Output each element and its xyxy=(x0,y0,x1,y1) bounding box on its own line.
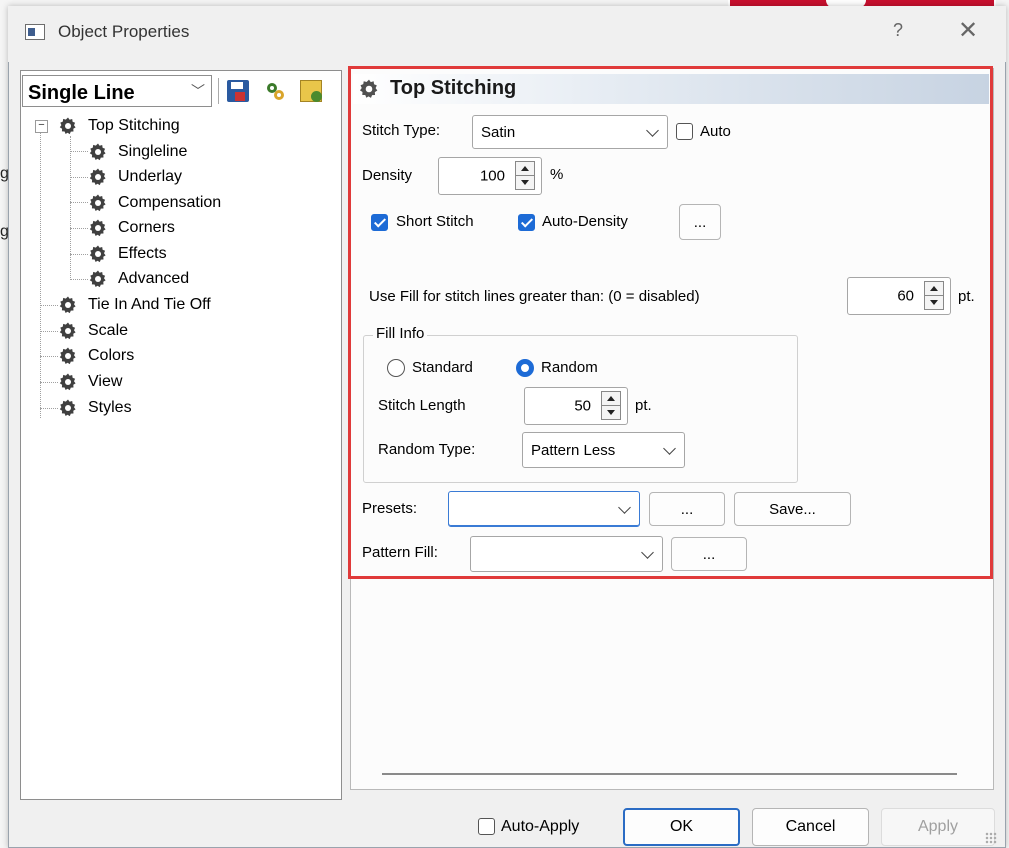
auto-apply-label: Auto-Apply xyxy=(501,818,580,835)
gear-icon xyxy=(88,142,108,162)
tree-item-label: View xyxy=(88,373,123,390)
ok-button[interactable]: OK xyxy=(623,808,740,846)
configure-icon[interactable] xyxy=(300,80,322,102)
gear-icon xyxy=(88,167,108,187)
tree-item-label: Compensation xyxy=(118,194,222,211)
tree-item-label: Corners xyxy=(118,219,175,236)
auto-apply-checkbox[interactable] xyxy=(478,818,495,835)
gear-icon xyxy=(88,269,108,289)
highlight-frame xyxy=(348,66,993,579)
gear-icon xyxy=(58,346,78,366)
horizontal-scrollbar[interactable] xyxy=(382,773,957,775)
tree-item-label: Colors xyxy=(88,347,135,364)
tree-item-label: Singleline xyxy=(118,143,188,160)
tree-item-tie-in-and-tie-off[interactable]: Tie In And Tie Off xyxy=(58,293,211,317)
tree-item-styles[interactable]: Styles xyxy=(58,396,132,420)
resize-grip-icon[interactable] xyxy=(985,832,997,844)
tree-item-underlay[interactable]: Underlay xyxy=(88,165,182,189)
tree-item-label: Advanced xyxy=(118,270,190,287)
collapse-toggle[interactable]: − xyxy=(35,120,48,133)
tree-item-label: Top Stitching xyxy=(88,117,180,134)
gear-icon xyxy=(88,244,108,264)
save-icon[interactable] xyxy=(227,80,249,102)
window-app-icon xyxy=(25,24,45,40)
tree-item-effects[interactable]: Effects xyxy=(88,242,167,266)
tree-item-label: Tie In And Tie Off xyxy=(88,296,211,313)
gear-icon xyxy=(58,116,78,136)
tree-item-view[interactable]: View xyxy=(58,370,122,394)
tree-item-colors[interactable]: Colors xyxy=(58,344,134,368)
window-title: Object Properties xyxy=(58,22,190,41)
tree-item-corners[interactable]: Corners xyxy=(88,216,175,240)
tree-item-label: Scale xyxy=(88,322,129,339)
tree-item-label: Styles xyxy=(88,399,132,416)
object-type-value: Single Line xyxy=(28,82,135,104)
close-button[interactable]: ✕ xyxy=(958,16,978,45)
chevron-down-icon: ﹀ xyxy=(191,83,205,99)
help-button[interactable]: ? xyxy=(893,20,903,41)
toolbar-separator xyxy=(218,78,219,104)
gear-icon xyxy=(58,372,78,392)
gear-icon xyxy=(58,321,78,341)
gear-icon xyxy=(58,398,78,418)
cancel-button[interactable]: Cancel xyxy=(752,808,869,846)
tree-item-advanced[interactable]: Advanced xyxy=(88,267,189,291)
tree-item-singleline[interactable]: Singleline xyxy=(88,140,187,164)
apply-button[interactable]: Apply xyxy=(881,808,995,846)
tree-item-label: Underlay xyxy=(118,168,183,185)
tree-item-label: Effects xyxy=(118,245,167,262)
gear-icon xyxy=(88,218,108,238)
apply-settings-icon[interactable] xyxy=(264,80,286,102)
gear-icon xyxy=(58,295,78,315)
tree-item-scale[interactable]: Scale xyxy=(58,319,128,343)
tree-item-top-stitching[interactable]: Top Stitching xyxy=(58,114,180,138)
tree-item-compensation[interactable]: Compensation xyxy=(88,191,221,215)
object-type-select[interactable]: Single Line ﹀ xyxy=(22,75,212,107)
gear-icon xyxy=(88,193,108,213)
